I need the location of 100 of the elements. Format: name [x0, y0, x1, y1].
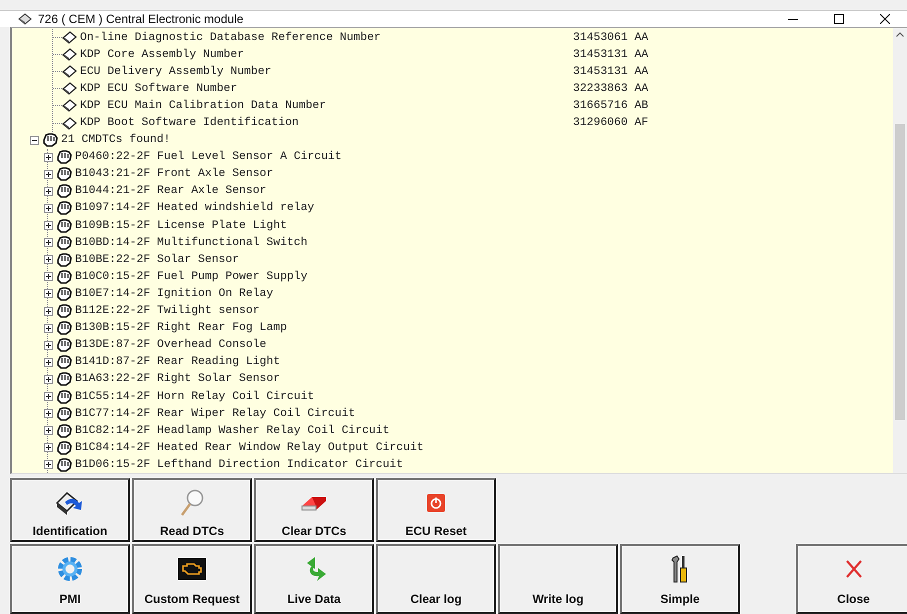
expand-icon[interactable] — [44, 272, 53, 282]
tree-item[interactable]: B1A63:22-2F Right Solar Sensor — [74, 373, 282, 386]
expand-icon[interactable] — [44, 186, 53, 196]
maximize-icon[interactable] — [834, 14, 844, 24]
expand-icon[interactable] — [44, 221, 53, 230]
tree-item[interactable]: B141D:87-2F Rear Reading Light — [74, 356, 282, 368]
hand-icon — [56, 321, 72, 336]
tree-item[interactable]: B1D06:15-2F Lefthand Direction Indicator Circuit — [74, 458, 404, 471]
diamond-icon — [62, 48, 77, 62]
tree-item[interactable]: B1097:14-2F Heated windshield relay — [74, 202, 316, 214]
hand-icon — [56, 440, 72, 455]
tree-item[interactable]: KDP Core Assembly Number — [79, 48, 573, 61]
hand-icon — [56, 167, 72, 182]
toolbar-button[interactable]: Write log — [498, 544, 618, 614]
diamond-icon — [62, 116, 77, 130]
toolbar-button[interactable]: Read DTCs — [132, 478, 252, 542]
diamond-icon — [62, 31, 77, 44]
tree-item[interactable]: B112E:22-2F Twilight sensor — [74, 305, 261, 318]
hand-icon — [56, 406, 72, 421]
hand-icon — [56, 270, 72, 284]
toolbar-button[interactable]: Clear log — [376, 544, 496, 614]
expand-icon[interactable] — [44, 306, 53, 316]
expand-icon[interactable] — [44, 426, 53, 436]
expand-icon[interactable] — [44, 204, 53, 213]
hand-icon — [56, 184, 72, 198]
expand-icon[interactable] — [44, 460, 53, 470]
toolbar-button[interactable]: ECU Reset — [376, 478, 496, 542]
tree-item[interactable]: KDP ECU Software Number — [79, 82, 573, 95]
tree-item[interactable]: B1043:21-2F Front Axle Sensor — [74, 168, 274, 180]
tree-item[interactable]: 21 CMDTCs found! — [60, 134, 172, 146]
expand-icon[interactable] — [44, 255, 53, 264]
tree-item[interactable]: B1C82:14-2F Headlamp Washer Relay Coil Circuit — [74, 424, 390, 437]
diamond-icon — [62, 82, 77, 96]
item-value: 31296060 AF — [573, 117, 648, 130]
tools-icon — [670, 555, 690, 583]
expand-icon[interactable] — [44, 152, 53, 162]
hand-icon — [42, 133, 58, 148]
expand-icon[interactable] — [44, 289, 53, 298]
toolbar-button[interactable]: Simple — [620, 544, 740, 614]
tree-item[interactable]: B13DE:87-2F Overhead Console — [74, 339, 268, 352]
toolbar-button[interactable]: Clear DTCs — [254, 478, 374, 542]
expand-icon[interactable] — [44, 443, 53, 452]
power-icon — [426, 493, 446, 513]
magnifier-icon — [179, 489, 205, 517]
module-icon — [55, 489, 85, 517]
close-button[interactable]: Close — [796, 544, 907, 614]
toolbar-button[interactable]: Custom Request — [132, 544, 252, 614]
tree-item[interactable]: B10BD:14-2F Multifunctional Switch — [74, 236, 308, 249]
tree-item[interactable]: B1044:21-2F Rear Axle Sensor — [74, 185, 268, 198]
tree-item[interactable]: B10E7:14-2F Ignition On Relay — [74, 288, 274, 300]
scrollbar[interactable] — [893, 28, 907, 473]
expand-icon[interactable] — [44, 324, 53, 333]
expand-icon[interactable] — [44, 170, 53, 179]
item-value: 31453131 AA — [573, 66, 648, 78]
hand-icon — [56, 286, 72, 301]
toolbar-button[interactable]: Identification — [10, 478, 130, 542]
expand-icon[interactable] — [44, 392, 53, 402]
hand-icon — [56, 304, 72, 318]
diamond-icon — [62, 65, 77, 78]
diamond-icon — [18, 13, 32, 25]
tree-item[interactable]: B1C84:14-2F Heated Rear Window Relay Output Circuit — [74, 442, 425, 454]
tree-item[interactable]: KDP ECU Main Calibration Data Number — [79, 100, 573, 112]
tree-item[interactable]: B109B:15-2F License Plate Light — [74, 220, 288, 232]
item-value: 31453061 AA — [573, 32, 648, 44]
hand-icon — [56, 252, 72, 267]
tree-item[interactable]: B10BE:22-2F Solar Sensor — [74, 254, 240, 266]
tree-item[interactable]: B130B:15-2F Right Rear Fog Lamp — [74, 322, 288, 334]
expand-icon[interactable] — [44, 374, 53, 384]
diamond-icon — [62, 99, 77, 112]
hand-icon — [56, 355, 72, 370]
collapse-icon[interactable] — [30, 136, 39, 145]
scrollbar-thumb[interactable] — [895, 124, 905, 420]
hand-icon — [56, 458, 72, 472]
toolbar-button[interactable]: Live Data — [254, 544, 374, 614]
expand-icon[interactable] — [44, 340, 53, 350]
tree-item[interactable]: ECU Delivery Assembly Number — [79, 66, 573, 78]
expand-icon[interactable] — [44, 238, 53, 248]
close-icon[interactable] — [880, 14, 890, 24]
hand-icon — [56, 424, 72, 438]
tree-item[interactable]: KDP Boot Software Identification — [79, 117, 573, 130]
expand-icon[interactable] — [44, 409, 53, 418]
window-title: 726 ( CEM ) Central Electronic module — [38, 12, 244, 26]
tree-item[interactable]: On-line Diagnostic Database Reference Number — [79, 32, 573, 44]
scroll-up-icon[interactable] — [896, 32, 904, 37]
hand-icon — [56, 372, 72, 386]
item-value: 31665716 AB — [573, 100, 648, 112]
gear-icon — [56, 555, 84, 583]
item-value: 32233863 AA — [573, 82, 648, 95]
hand-icon — [56, 150, 72, 164]
expand-icon[interactable] — [44, 358, 53, 367]
hand-icon — [56, 236, 72, 250]
cross-icon — [844, 559, 864, 579]
engine-icon — [178, 558, 206, 580]
tree-item[interactable]: B1C77:14-2F Rear Wiper Relay Coil Circuit — [74, 408, 356, 420]
tree-item[interactable]: P0460:22-2F Fuel Level Sensor A Circuit — [74, 151, 343, 164]
tree-item[interactable]: B10C0:15-2F Fuel Pump Power Supply — [74, 270, 308, 283]
toolbar-button[interactable]: PMI — [10, 544, 130, 614]
tree-item[interactable]: B1C55:14-2F Horn Relay Coil Circuit — [74, 390, 316, 403]
hand-icon — [56, 338, 72, 352]
item-value: 31453131 AA — [573, 48, 648, 61]
